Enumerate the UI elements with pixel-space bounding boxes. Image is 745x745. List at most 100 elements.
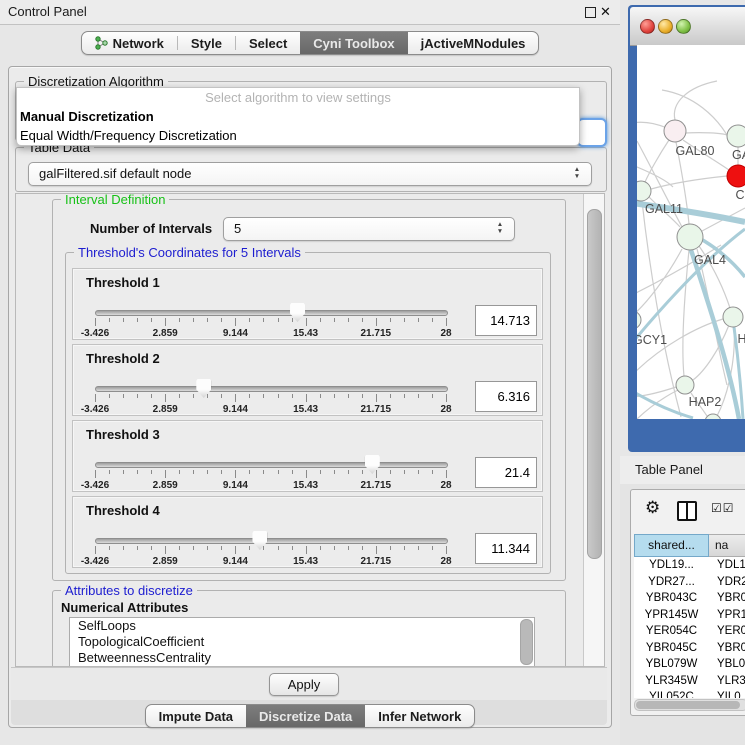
network-edge[interactable] <box>637 122 667 128</box>
network-edge-highlighted[interactable] <box>691 250 739 419</box>
threshold-slider[interactable]: -3.4262.8599.14415.4321.71528 <box>95 301 446 339</box>
table-cell[interactable]: YBR043C <box>634 590 709 607</box>
zoom-window-button[interactable] <box>676 19 691 34</box>
number-of-intervals-spinner[interactable]: 5 ▲▼ <box>223 217 515 241</box>
tick-mark <box>95 394 96 402</box>
network-edge[interactable] <box>637 319 723 375</box>
node-gal80[interactable] <box>664 120 686 142</box>
checkbox-icons[interactable]: ☑☑ <box>711 501 735 515</box>
column-header-na[interactable]: na <box>709 534 745 557</box>
table-row[interactable]: YLR345WYLR3 <box>634 673 745 690</box>
slider-track[interactable] <box>95 538 448 544</box>
table-cell[interactable]: YER054C <box>634 623 709 640</box>
table-cell[interactable]: YER0 <box>709 623 745 640</box>
tab-infer-network[interactable]: Infer Network <box>365 705 474 727</box>
tick-mark <box>376 470 377 478</box>
network-edge[interactable] <box>685 133 727 135</box>
table-row[interactable]: YDL19...YDL1 <box>634 557 745 574</box>
table-row[interactable]: YIL052CYIL0 <box>634 689 745 698</box>
table-row[interactable]: YBR045CYBR0 <box>634 640 745 657</box>
threshold-slider[interactable]: -3.4262.8599.14415.4321.71528 <box>95 529 446 567</box>
numerical-attributes-list[interactable]: SelfLoopsTopologicalCoefficientBetweenne… <box>69 617 535 667</box>
node-gal11[interactable] <box>637 181 651 201</box>
column-header-shared-[interactable]: shared... <box>634 534 709 557</box>
columns-icon[interactable] <box>677 501 697 521</box>
dropdown-option-manual-discretization[interactable]: Manual Discretization <box>17 107 579 126</box>
table-cell[interactable]: YDR27... <box>634 574 709 591</box>
float-window-icon[interactable] <box>585 7 596 18</box>
table-cell[interactable]: YIL0 <box>709 689 745 698</box>
node-top-right[interactable] <box>727 125 745 147</box>
network-edge[interactable] <box>637 249 682 315</box>
table-row[interactable]: YBL079WYBL0 <box>634 656 745 673</box>
node-h[interactable] <box>723 307 743 327</box>
slider-track[interactable] <box>95 462 448 468</box>
table-cell[interactable]: YBL0 <box>709 656 745 673</box>
vertical-scrollbar[interactable] <box>583 194 604 666</box>
tab-jactivemnodules[interactable]: jActiveMNodules <box>408 32 539 54</box>
table-cell[interactable]: YBR045C <box>634 640 709 657</box>
apply-button[interactable]: Apply <box>269 673 339 696</box>
close-window-button[interactable] <box>640 19 655 34</box>
threshold-value-field[interactable]: 21.4 <box>475 457 537 488</box>
tick-mark <box>137 470 138 474</box>
table-cell[interactable]: YPR1 <box>709 607 745 624</box>
threshold-value-field[interactable]: 11.344 <box>475 533 537 564</box>
close-icon[interactable]: ✕ <box>600 3 611 21</box>
table-cell[interactable]: YDR2 <box>709 574 745 591</box>
network-window-titlebar[interactable] <box>630 7 745 46</box>
scale-label: 9.144 <box>223 328 248 339</box>
table-cell[interactable]: YLR3 <box>709 673 745 690</box>
network-edge[interactable] <box>683 250 689 376</box>
node-hap2[interactable] <box>676 376 694 394</box>
table-cell[interactable]: YPR145W <box>634 607 709 624</box>
table-cell[interactable]: YLR345W <box>634 673 709 690</box>
node-selected-red[interactable] <box>727 165 745 187</box>
threshold-value-field[interactable]: 14.713 <box>475 305 537 336</box>
table-row[interactable]: YBR043CYBR0 <box>634 590 745 607</box>
table-cell[interactable]: YBR0 <box>709 640 745 657</box>
table-cell[interactable]: YIL052C <box>634 689 709 698</box>
horizontal-scrollbar[interactable] <box>634 699 745 711</box>
table-cell[interactable]: YBR0 <box>709 590 745 607</box>
tab-impute-data[interactable]: Impute Data <box>146 705 246 727</box>
tab-network[interactable]: Network <box>82 32 177 54</box>
tab-discretize-data[interactable]: Discretize Data <box>246 705 365 727</box>
gear-icon[interactable]: ⚙ <box>645 498 660 518</box>
threshold-slider[interactable]: -3.4262.8599.14415.4321.71528 <box>95 453 446 491</box>
node-gcy1[interactable] <box>637 311 641 329</box>
network-view-window[interactable]: GAL80GACGAL11GAL4GCY1HHAP2 <box>628 5 745 452</box>
table-cell[interactable]: YDL1 <box>709 557 745 574</box>
attribute-item-selfloops[interactable]: SelfLoops <box>70 618 534 634</box>
tick-mark <box>362 394 363 398</box>
threshold-value-field[interactable]: 6.316 <box>475 381 537 412</box>
vertical-scrollbar-thumb[interactable] <box>587 209 602 559</box>
table-row[interactable]: YER054CYER0 <box>634 623 745 640</box>
table-cell[interactable]: YDL19... <box>634 557 709 574</box>
node-partial[interactable] <box>705 414 721 419</box>
slider-track[interactable] <box>95 310 448 316</box>
table-cell[interactable]: YBL079W <box>634 656 709 673</box>
table-row[interactable]: YDR27...YDR2 <box>634 574 745 591</box>
dropdown-placeholder-option[interactable]: Select algorithm to view settings <box>17 88 579 107</box>
threshold-slider[interactable]: -3.4262.8599.14415.4321.71528 <box>95 377 446 415</box>
horizontal-scrollbar-thumb[interactable] <box>636 701 740 709</box>
tab-select[interactable]: Select <box>236 32 300 54</box>
tab-cyni-toolbox[interactable]: Cyni Toolbox <box>300 32 407 54</box>
network-edge[interactable] <box>651 176 727 189</box>
table-row[interactable]: YPR145WYPR1 <box>634 607 745 624</box>
network-canvas[interactable]: GAL80GACGAL11GAL4GCY1HHAP2 <box>637 45 745 419</box>
algorithm-combobox[interactable] <box>577 118 607 147</box>
dropdown-option-equal-width-frequency[interactable]: Equal Width/Frequency Discretization <box>17 126 579 145</box>
tab-style[interactable]: Style <box>178 32 235 54</box>
slider-track[interactable] <box>95 386 448 392</box>
minimize-window-button[interactable] <box>658 19 673 34</box>
attribute-item-betweennesscentrality[interactable]: BetweennessCentrality <box>70 650 534 666</box>
table-data-combobox[interactable]: galFiltered.sif default node ▲▼ <box>28 162 592 186</box>
attribute-item-topologicalcoefficient[interactable]: TopologicalCoefficient <box>70 634 534 650</box>
scale-label: 2.859 <box>153 404 178 415</box>
list-scrollbar[interactable] <box>520 619 533 665</box>
tick-mark <box>292 394 293 398</box>
node-gal4[interactable] <box>677 224 703 250</box>
spinner-arrows-icon[interactable]: ▲▼ <box>495 221 505 235</box>
